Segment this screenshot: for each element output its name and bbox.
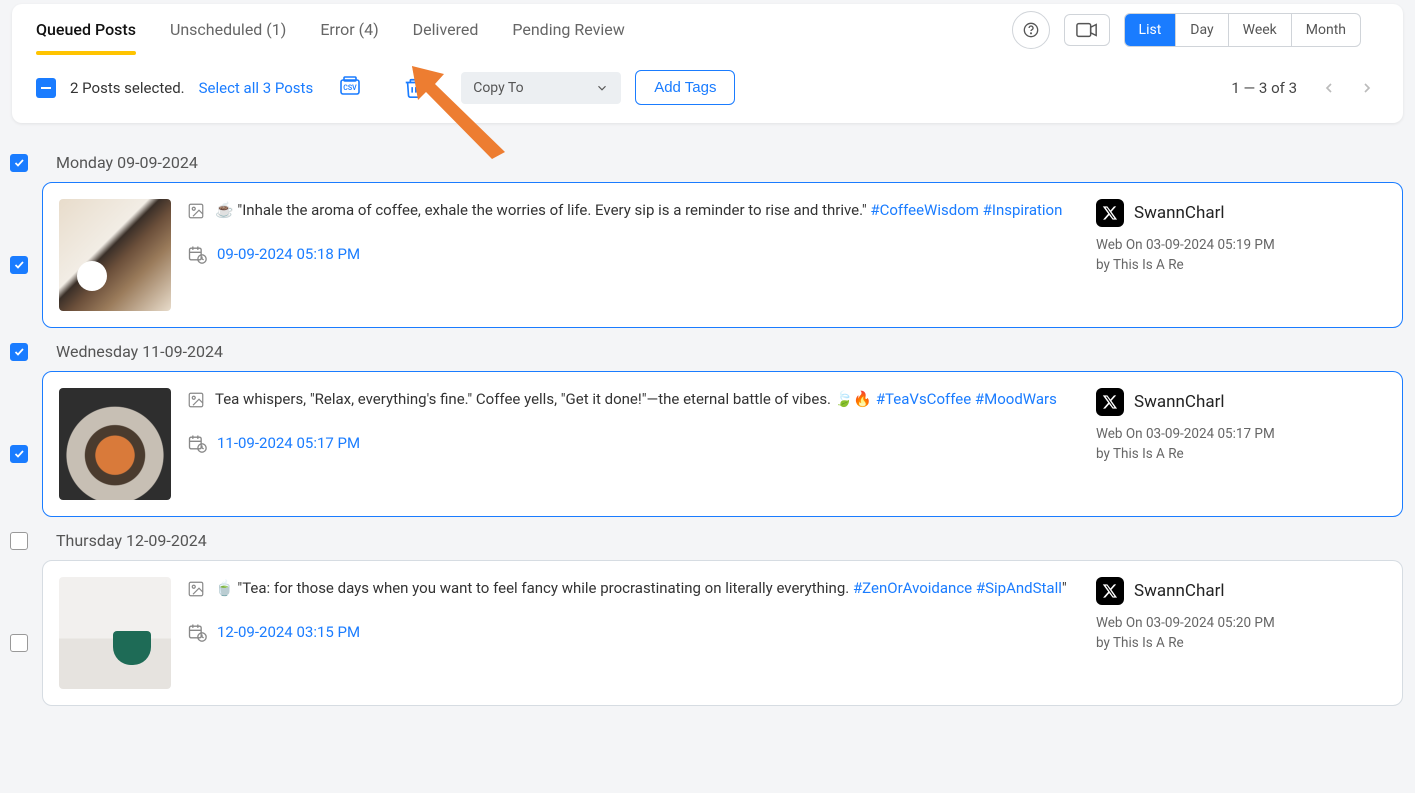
- image-icon: [187, 391, 205, 409]
- next-page[interactable]: [1355, 76, 1379, 100]
- view-month[interactable]: Month: [1292, 14, 1360, 46]
- tab-error[interactable]: Error (4): [320, 4, 378, 55]
- post-thumbnail[interactable]: [59, 199, 171, 311]
- delete-button[interactable]: [401, 75, 427, 101]
- post-checkbox[interactable]: [10, 445, 28, 463]
- meta-created: Web On 03-09-2024 05:19 PM: [1096, 237, 1386, 253]
- tab-delivered[interactable]: Delivered: [413, 4, 479, 55]
- post-text: 🍵 "Tea: for those days when you want to …: [215, 577, 1067, 600]
- help-button[interactable]: [1012, 11, 1050, 49]
- date-checkbox[interactable]: [10, 154, 28, 172]
- date-label: Thursday 12-09-2024: [56, 531, 207, 550]
- date-checkbox[interactable]: [10, 532, 28, 550]
- meta-author: by This Is A Re: [1096, 446, 1386, 462]
- tabs-row: Queued Posts Unscheduled (1) Error (4) D…: [12, 4, 1403, 56]
- trash-icon: [403, 76, 425, 100]
- view-segment: List Day Week Month: [1124, 13, 1361, 47]
- date-label: Wednesday 11-09-2024: [56, 342, 223, 361]
- schedule-time[interactable]: 12-09-2024 03:15 PM: [217, 623, 360, 641]
- meta-created: Web On 03-09-2024 05:17 PM: [1096, 426, 1386, 442]
- csv-icon: CSV: [338, 76, 362, 100]
- account-name[interactable]: SwannCharl: [1134, 581, 1224, 601]
- date-label: Monday 09-09-2024: [56, 153, 198, 172]
- post-text: ☕ "Inhale the aroma of coffee, exhale th…: [215, 199, 1062, 222]
- x-logo-icon: [1096, 577, 1124, 605]
- toolbar-card: Queued Posts Unscheduled (1) Error (4) D…: [12, 4, 1403, 123]
- tab-unscheduled[interactable]: Unscheduled (1): [170, 4, 286, 55]
- copy-to-label: Copy To: [473, 80, 523, 96]
- master-checkbox[interactable]: [36, 78, 56, 98]
- post-thumbnail[interactable]: [59, 388, 171, 500]
- select-all-link[interactable]: Select all 3 Posts: [199, 79, 314, 97]
- post-thumbnail[interactable]: [59, 577, 171, 689]
- selection-count: 2 Posts selected.: [70, 79, 185, 97]
- x-logo-icon: [1096, 388, 1124, 416]
- add-tags-button[interactable]: Add Tags: [635, 70, 735, 105]
- date-checkbox[interactable]: [10, 343, 28, 361]
- action-row: 2 Posts selected. Select all 3 Posts CSV…: [12, 56, 1403, 123]
- svg-text:CSV: CSV: [344, 84, 358, 92]
- schedule-time[interactable]: 11-09-2024 05:17 PM: [217, 434, 360, 452]
- calendar-clock-icon: [187, 244, 207, 264]
- view-day[interactable]: Day: [1176, 14, 1228, 46]
- video-button[interactable]: [1064, 14, 1110, 46]
- image-icon: [187, 580, 205, 598]
- view-week[interactable]: Week: [1229, 14, 1292, 46]
- x-logo-icon: [1096, 199, 1124, 227]
- post-text: Tea whispers, "Relax, everything's fine.…: [215, 388, 1057, 411]
- export-csv-button[interactable]: CSV: [337, 75, 363, 101]
- prev-page[interactable]: [1317, 76, 1341, 100]
- image-icon: [187, 202, 205, 220]
- page-range: 1 — 3 of 3: [1231, 79, 1297, 97]
- calendar-clock-icon: [187, 622, 207, 642]
- account-name[interactable]: SwannCharl: [1134, 203, 1224, 223]
- post-card[interactable]: Tea whispers, "Relax, everything's fine.…: [42, 371, 1403, 517]
- post-checkbox[interactable]: [10, 634, 28, 652]
- meta-created: Web On 03-09-2024 05:20 PM: [1096, 615, 1386, 631]
- chevron-left-icon: [1321, 80, 1337, 96]
- post-card[interactable]: 🍵 "Tea: for those days when you want to …: [42, 560, 1403, 706]
- hashtags[interactable]: #ZenOrAvoidance #SipAndStall: [853, 579, 1062, 597]
- hashtags[interactable]: #CoffeeWisdom #Inspiration: [870, 201, 1062, 219]
- schedule-time[interactable]: 09-09-2024 05:18 PM: [217, 245, 360, 263]
- calendar-clock-icon: [187, 433, 207, 453]
- meta-author: by This Is A Re: [1096, 635, 1386, 651]
- account-name[interactable]: SwannCharl: [1134, 392, 1224, 412]
- tab-queued[interactable]: Queued Posts: [36, 4, 136, 55]
- hashtags[interactable]: #TeaVsCoffee #MoodWars: [876, 390, 1057, 408]
- post-checkbox[interactable]: [10, 256, 28, 274]
- video-icon: [1076, 22, 1098, 38]
- question-icon: [1023, 22, 1039, 38]
- post-list: Monday 09-09-2024 ☕ "Inhale the aroma of …: [12, 123, 1403, 706]
- meta-author: by This Is A Re: [1096, 257, 1386, 273]
- chevron-down-icon: [595, 81, 609, 95]
- view-list[interactable]: List: [1125, 14, 1177, 46]
- chevron-right-icon: [1359, 80, 1375, 96]
- tab-pending[interactable]: Pending Review: [512, 4, 624, 55]
- copy-to-select[interactable]: Copy To: [461, 72, 621, 104]
- post-card[interactable]: ☕ "Inhale the aroma of coffee, exhale th…: [42, 182, 1403, 328]
